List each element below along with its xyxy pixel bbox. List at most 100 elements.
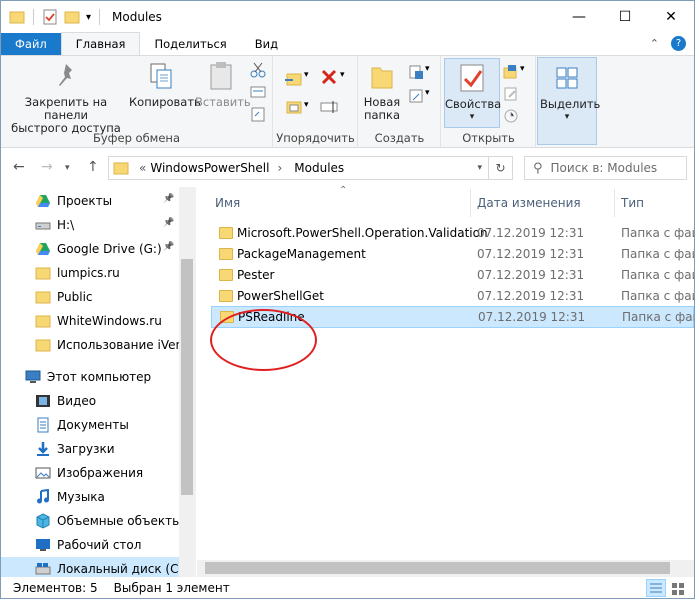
up-arrow-icon[interactable]: ↑ xyxy=(87,159,99,175)
new-item-icon[interactable] xyxy=(407,64,425,80)
column-header-type[interactable]: Тип xyxy=(621,187,644,219)
breadcrumb-windowspowershell[interactable]: WindowsPowerShell xyxy=(150,161,269,175)
file-date: 07.12.2019 12:31 xyxy=(477,289,585,303)
new-folder-button[interactable]: Новая папка xyxy=(359,60,405,122)
chevron-down-icon[interactable]: ▾ xyxy=(304,70,309,80)
copy-to-icon[interactable] xyxy=(284,98,302,114)
open-icon[interactable] xyxy=(502,64,520,80)
chevron-down-icon: ▾ xyxy=(564,112,570,122)
address-bar[interactable]: « WindowsPowerShell › Modules ▾ ↻ xyxy=(108,156,513,180)
file-row[interactable]: Pester 07.12.2019 12:31 Папка с файлами xyxy=(211,264,694,286)
edit-icon[interactable] xyxy=(502,86,520,102)
maximize-button[interactable]: ☐ xyxy=(602,1,648,32)
collapse-ribbon-icon[interactable]: ⌃ xyxy=(650,37,659,50)
refresh-icon[interactable]: ↻ xyxy=(488,156,512,180)
close-button[interactable]: ✕ xyxy=(648,1,694,32)
file-type: Папка с файлами xyxy=(621,268,694,282)
desktop-icon xyxy=(35,537,51,553)
sidebar-item[interactable]: Проекты 📌 xyxy=(1,189,179,213)
breadcrumb-modules[interactable]: Modules xyxy=(294,161,344,175)
chevron-down-icon[interactable]: ▾ xyxy=(425,64,430,74)
rename-icon[interactable] xyxy=(320,98,338,114)
pin-icon[interactable]: 📌 xyxy=(163,218,174,228)
sidebar-item[interactable]: Загрузки xyxy=(1,437,179,461)
sidebar-item-label: Изображения xyxy=(57,466,144,480)
sidebar-item[interactable]: Использование iVentoy xyxy=(1,333,179,357)
sidebar-scrollbar[interactable] xyxy=(179,187,196,577)
file-date: 07.12.2019 12:31 xyxy=(478,310,586,324)
file-list-horizontal-scrollbar[interactable] xyxy=(197,560,694,577)
column-header-name[interactable]: Имя xyxy=(215,187,240,219)
sidebar-item[interactable]: lumpics.ru xyxy=(1,261,179,285)
tab-view[interactable]: Вид xyxy=(241,33,292,55)
search-input[interactable]: ⚲ Поиск в: Modules xyxy=(524,156,687,180)
scrollbar-thumb[interactable] xyxy=(205,562,670,574)
minimize-button[interactable]: — xyxy=(556,1,602,32)
sidebar-item[interactable]: Документы xyxy=(1,413,179,437)
paste-button[interactable]: Вставить xyxy=(195,60,251,109)
file-row[interactable]: PackageManagement 07.12.2019 12:31 Папка с… xyxy=(211,243,694,265)
sidebar-item[interactable]: Public xyxy=(1,285,179,309)
column-header-date[interactable]: Дата изменения xyxy=(477,187,581,219)
file-list: ⌃ Имя Дата изменения Тип Microsoft.Power… xyxy=(197,185,694,577)
clipboard-group: Закрепить на панели быстрого доступа Коп… xyxy=(1,56,273,148)
scrollbar-thumb[interactable] xyxy=(181,259,193,495)
chevron-down-icon[interactable]: ▾ xyxy=(304,100,309,110)
chevron-down-icon[interactable]: ▾ xyxy=(86,12,91,23)
sidebar-item[interactable]: Изображения xyxy=(1,461,179,485)
cut-icon[interactable] xyxy=(249,62,267,78)
move-to-icon[interactable] xyxy=(284,70,302,86)
tab-file[interactable]: Файл xyxy=(1,33,61,55)
select-button[interactable]: Выделить ▾ xyxy=(537,57,600,145)
sidebar-item-label: Объемные объекты xyxy=(57,514,179,528)
sidebar-item[interactable]: H:\ 📌 xyxy=(1,213,179,237)
tab-share[interactable]: Поделиться xyxy=(140,33,240,55)
sidebar-item-label: lumpics.ru xyxy=(57,266,120,280)
breadcrumb-separator-icon[interactable]: › xyxy=(277,161,282,175)
sidebar-item[interactable]: WhiteWindows.ru xyxy=(1,309,179,333)
sidebar-item[interactable]: Объемные объекты xyxy=(1,509,179,533)
properties-icon[interactable] xyxy=(42,9,58,25)
help-icon[interactable]: ? xyxy=(671,36,686,51)
delete-icon[interactable] xyxy=(320,68,338,84)
sidebar-item[interactable]: Музыка xyxy=(1,485,179,509)
pin-icon[interactable]: 📌 xyxy=(163,242,174,252)
chevron-down-icon[interactable]: ▾ xyxy=(65,163,70,173)
chevron-down-icon[interactable]: ▾ xyxy=(445,111,499,124)
column-divider[interactable] xyxy=(614,189,615,217)
properties-button[interactable]: Свойства ▾ xyxy=(444,58,501,128)
copy-button[interactable]: Копировать xyxy=(129,60,201,109)
easy-access-icon[interactable] xyxy=(407,88,425,104)
sidebar-item-label: Проекты xyxy=(57,194,113,208)
chevron-down-icon[interactable]: ▾ xyxy=(425,88,430,98)
sidebar-item[interactable]: Рабочий стол xyxy=(1,533,179,557)
folder-icon xyxy=(9,11,25,24)
sidebar-item[interactable]: Этот компьютер xyxy=(1,365,179,389)
sidebar-item-label: Документы xyxy=(57,418,129,432)
history-icon[interactable] xyxy=(502,108,520,124)
pin-quick-access-button[interactable]: Закрепить на панели быстрого доступа xyxy=(7,60,125,135)
forward-icon[interactable]: → xyxy=(41,159,53,175)
toolbar-divider xyxy=(99,9,101,25)
tab-home[interactable]: Главная xyxy=(60,32,141,55)
file-name: Pester xyxy=(237,268,275,282)
chevron-down-icon[interactable]: ▾ xyxy=(477,163,482,173)
copy-path-icon[interactable] xyxy=(249,84,267,100)
overflow-chevron[interactable]: « xyxy=(139,161,146,175)
new-folder-icon[interactable] xyxy=(64,9,80,25)
chevron-down-icon[interactable]: ▾ xyxy=(520,64,525,74)
sidebar-item[interactable]: Видео xyxy=(1,389,179,413)
large-icons-view-icon[interactable] xyxy=(668,579,688,597)
file-row[interactable]: PowerShellGet 07.12.2019 12:31 Папка с фай… xyxy=(211,285,694,307)
paste-shortcut-icon[interactable] xyxy=(249,106,267,122)
file-row[interactable]: Microsoft.PowerShell.Operation.Validatio… xyxy=(211,222,694,244)
folder-icon xyxy=(35,265,51,281)
chevron-down-icon[interactable]: ▾ xyxy=(340,70,345,80)
explorer-window: ▾ Modules — ☐ ✕ Файл Главная Поделиться … xyxy=(0,0,695,599)
pin-icon[interactable]: 📌 xyxy=(163,194,174,204)
back-icon[interactable]: ← xyxy=(13,159,25,175)
sidebar-item[interactable]: Google Drive (G:) 📌 xyxy=(1,237,179,261)
details-view-icon[interactable] xyxy=(646,579,666,597)
file-name: Microsoft.PowerShell.Operation.Validatio… xyxy=(237,226,488,240)
column-divider[interactable] xyxy=(470,189,471,217)
